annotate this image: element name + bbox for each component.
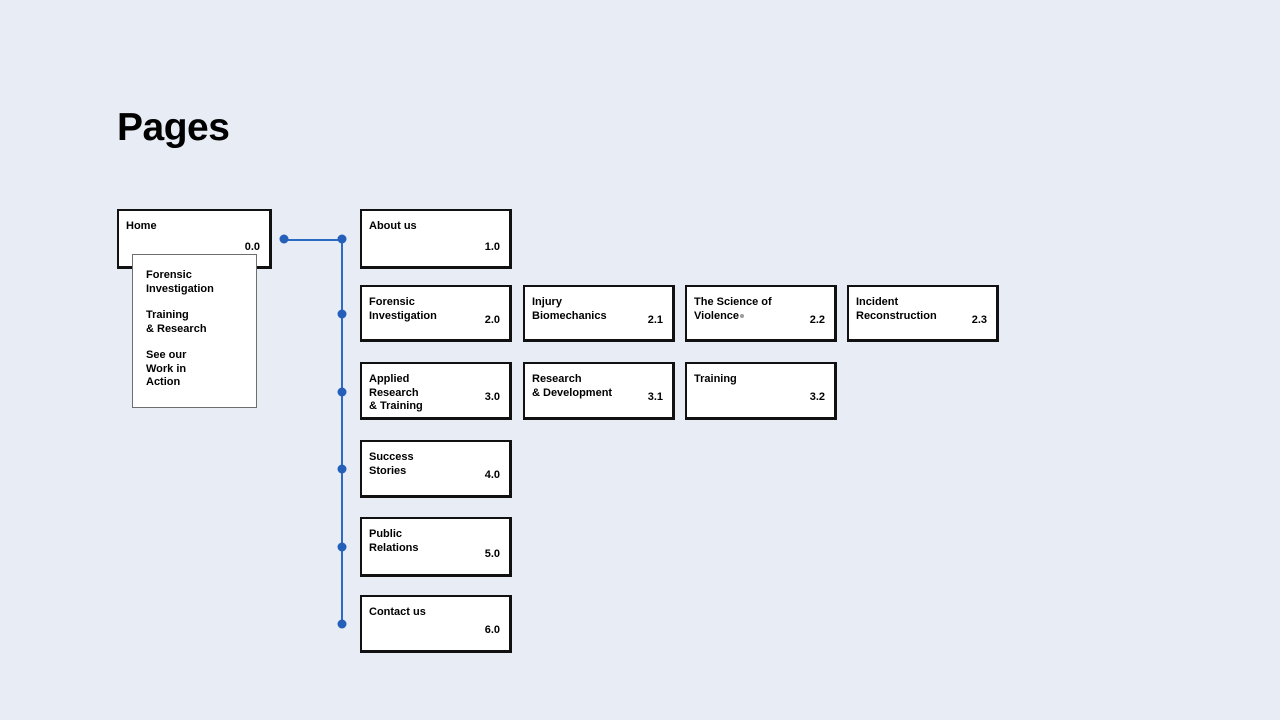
node-number: 0.0 [244,241,260,253]
node-label: Research & Development [532,373,613,399]
connector-dot-row-4 [337,464,347,474]
node-number: 3.2 [809,391,825,403]
node-number: 4.0 [484,469,500,481]
connector-horizontal-root [284,238,342,241]
node-label: Incident Reconstruction [856,296,937,322]
sitemap-node-public-relations[interactable]: Public Relations 5.0 [360,517,512,577]
node-label: Training [694,373,737,385]
node-label-text: The Science of Violence [694,296,772,322]
node-label: Forensic Investigation [369,296,437,322]
node-number: 2.0 [484,314,500,326]
connector-dot-row-3 [337,387,347,397]
sitemap-node-forensic-investigation[interactable]: Forensic Investigation 2.0 [360,285,512,342]
connector-vertical-spine [341,238,343,625]
node-number: 6.0 [484,624,500,636]
sitemap-node-about-us[interactable]: About us 1.0 [360,209,512,269]
node-label: The Science of Violence [694,296,828,323]
connector-dot-row-5 [337,542,347,552]
sitemap-canvas: Pages Home 0.0 Forensic Investigation Tr… [0,0,1280,720]
node-label: Applied Research & Training [369,373,423,412]
node-number: 3.0 [484,391,500,403]
sitemap-node-the-science-of-violence[interactable]: The Science of Violence 2.2 [685,285,837,342]
dropdown-item-forensic-investigation[interactable]: Forensic Investigation [146,269,214,296]
node-label: Public Relations [369,528,419,554]
sitemap-node-incident-reconstruction[interactable]: Incident Reconstruction 2.3 [847,285,999,342]
home-dropdown-menu[interactable]: Forensic Investigation Training & Resear… [132,254,257,408]
node-number: 2.3 [971,314,987,326]
node-number: 2.1 [647,314,663,326]
sitemap-node-injury-biomechanics[interactable]: Injury Biomechanics 2.1 [523,285,675,342]
node-number: 5.0 [484,548,500,560]
node-number: 3.1 [647,391,663,403]
connector-dot-row-6 [337,619,347,629]
trailing-marker-dot-icon [740,313,745,318]
node-label: Contact us [369,606,426,618]
sitemap-node-research-and-development[interactable]: Research & Development 3.1 [523,362,675,420]
sitemap-node-contact-us[interactable]: Contact us 6.0 [360,595,512,653]
node-label: Injury Biomechanics [532,296,607,322]
connector-dot-row-2 [337,309,347,319]
dropdown-item-see-our-work-in-action[interactable]: See our Work in Action [146,349,186,390]
node-number: 2.2 [809,314,825,326]
node-label: Home [126,220,157,232]
connector-dot-root [279,234,289,244]
page-title: Pages [117,106,230,149]
sitemap-node-training[interactable]: Training 3.2 [685,362,837,420]
connector-dot-row-1 [337,234,347,244]
sitemap-node-applied-research-and-training[interactable]: Applied Research & Training 3.0 [360,362,512,420]
node-number: 1.0 [484,241,500,253]
node-label: About us [369,220,417,232]
dropdown-item-training-and-research[interactable]: Training & Research [146,309,207,336]
sitemap-node-success-stories[interactable]: Success Stories 4.0 [360,440,512,498]
node-label: Success Stories [369,451,414,477]
